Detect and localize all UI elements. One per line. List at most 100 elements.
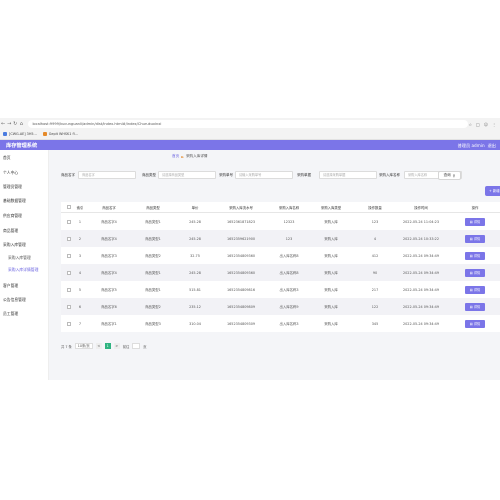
total-count: 共 7 条 (61, 344, 72, 349)
row-serial-no: 1652354809360 (226, 253, 256, 258)
sidebar-item-purchase-in[interactable]: 采购入库管理 (3, 242, 26, 248)
product-name-input[interactable]: 商品名字 (78, 171, 136, 179)
row-product-type: 商品类型1 (145, 220, 161, 224)
row-checkbox[interactable] (67, 219, 71, 224)
sidebar-item-products[interactable]: 商品管理 (3, 228, 18, 234)
row-index: 7 (78, 321, 82, 326)
header-in-name[interactable]: 采购入库名称 (271, 205, 307, 210)
sidebar-item-suppliers[interactable]: 供应商管理 (3, 213, 22, 219)
header-product-name[interactable]: 商品名字 (93, 205, 125, 210)
detail-button[interactable]: ▤ 详情 (465, 319, 485, 328)
header-in-type[interactable]: 采购入库类型 (313, 205, 349, 210)
search-button[interactable]: 查询 ⚲ (438, 171, 461, 180)
purchase-no-input[interactable]: 请输入采购单号 (235, 171, 293, 179)
header-product-type[interactable]: 商品类型 (137, 205, 169, 210)
header-price[interactable]: 单价 (179, 205, 211, 210)
row-price: 32.75 (190, 253, 200, 258)
header-quantity[interactable]: 操作数量 (361, 205, 389, 210)
sidebar-subitem-purchase-in-detail[interactable]: 采购入库详情管理 (8, 267, 38, 273)
header-serial-no[interactable]: 采购入库流水号 (219, 205, 263, 210)
home-icon[interactable]: ⌂ (18, 121, 24, 127)
row-checkbox[interactable] (67, 270, 71, 275)
row-checkbox[interactable] (67, 253, 71, 258)
sidebar-item-base-data[interactable]: 基础数据管理 (3, 198, 26, 204)
bookmark-item[interactable]: [CWG-AE] 3H5... (3, 132, 37, 136)
menu-icon[interactable]: ⋮ (492, 122, 496, 127)
filter-label-purchase-no: 采购单号 (219, 173, 233, 177)
row-time: 2022-05-24 11:04:23 (402, 219, 439, 224)
row-product-name: 商品名字4 (101, 271, 117, 275)
row-product-name: 商品名字3 (101, 254, 117, 258)
row-price: 245.28 (189, 236, 201, 241)
detail-button[interactable]: ▤ 详情 (465, 268, 485, 277)
row-in-name: 出入库名称8 (279, 254, 299, 258)
row-checkbox[interactable] (67, 236, 71, 241)
extensions-icon[interactable]: □ (476, 122, 480, 127)
product-type-select[interactable]: 请选择商品类型 (158, 171, 216, 179)
sidebar-item-home[interactable]: 首页 (3, 155, 11, 161)
detail-button[interactable]: ▤ 详情 (465, 302, 485, 311)
address-bar[interactable]: localhost:9999/kucunguanli/admin/dist/in… (28, 120, 469, 128)
sidebar-item-admins[interactable]: 管理员管理 (3, 184, 22, 190)
detail-button[interactable]: ▤ 详情 (465, 234, 485, 243)
detail-button[interactable]: ▤ 详情 (465, 217, 485, 226)
filter-label-product-type: 商品类型 (142, 173, 156, 177)
page-button[interactable]: 1 (104, 343, 111, 349)
select-all-checkbox[interactable] (67, 205, 71, 209)
row-product-type: 商品类型3 (145, 322, 161, 326)
filter-label-purchase-in-name: 采购入库名称 (379, 173, 400, 177)
row-checkbox[interactable] (67, 304, 71, 309)
detail-button[interactable]: ▤ 详情 (465, 251, 485, 260)
row-time: 2022-05-24 09:34:49 (402, 270, 439, 275)
row-index: 1 (78, 219, 82, 224)
app-header: 库存管理系统 普理员 admin 退出 (0, 140, 500, 150)
row-in-name: 出入库名称3 (279, 322, 299, 326)
pagination: 共 7 条 10条/页 < 1 > 前往 页 (61, 342, 147, 350)
row-in-type: 采购入库 (324, 220, 338, 224)
filter-bar: 商品名字 商品名字 商品类型 请选择商品类型 采购单号 请输入采购单号 采购单据… (61, 171, 500, 180)
row-serial-no: 1652359621900 (226, 236, 256, 241)
row-product-name: 商品名字6 (101, 305, 117, 309)
row-price: 245.28 (189, 270, 201, 275)
bookmark-item[interactable]: Gepit WHSK1 fl... (42, 132, 78, 136)
goto-suffix: 页 (143, 344, 147, 349)
logout-link[interactable]: 退出 (488, 143, 496, 149)
row-quantity: 217 (371, 287, 379, 292)
next-page-button[interactable]: > (113, 343, 120, 349)
row-index: 2 (78, 236, 82, 241)
prev-page-button[interactable]: < (95, 343, 102, 349)
goto-label: 前往 (122, 344, 130, 349)
sidebar-item-profile[interactable]: 个人中心 (3, 170, 18, 176)
row-serial-no: 1652361871823 (226, 219, 256, 224)
detail-button[interactable]: ▤ 详情 (465, 285, 485, 294)
sidebar-item-staff[interactable]: 员工管理 (3, 311, 18, 317)
row-product-name: 商品名字4 (101, 237, 117, 241)
table-row: 5 商品名字5 商品类型1 515.81 1652354809816 出入库名称3 采购入库… (61, 281, 500, 298)
sidebar-item-customers[interactable]: 客户管理 (3, 283, 18, 289)
folder-icon (3, 132, 7, 136)
header-operation: 操作 (471, 205, 479, 210)
row-product-type: 商品类型1 (145, 288, 161, 292)
row-checkbox[interactable] (67, 287, 71, 292)
add-button[interactable]: + 新增 (485, 186, 500, 196)
row-product-type: 商品类型1 (145, 237, 161, 241)
header-index: 索引 (76, 205, 84, 210)
row-in-name: 出入库名称8 (279, 271, 299, 275)
sidebar-subitem-purchase-in[interactable]: 采购入库管理 (8, 255, 31, 261)
page-size-select[interactable]: 10条/页 (74, 343, 93, 349)
row-quantity: 4 (373, 236, 377, 241)
goto-page-input[interactable] (132, 343, 141, 349)
row-quantity: 345 (371, 321, 379, 326)
profile-icon[interactable]: ☺ (484, 122, 488, 127)
page-icon (42, 132, 47, 136)
row-in-name: 出入库名称9 (279, 305, 299, 309)
row-time: 2022-05-24 10:33:22 (402, 236, 439, 241)
row-checkbox[interactable] (67, 321, 71, 326)
bookmark-star-icon[interactable]: ☆ (468, 122, 472, 127)
breadcrumb-home[interactable]: 首页 (172, 154, 179, 159)
sidebar-item-notices[interactable]: 公告信息管理 (3, 297, 26, 303)
header-time[interactable]: 操作时间 (396, 205, 446, 210)
row-product-name: 商品名字1 (101, 322, 117, 326)
purchase-doc-select[interactable]: 请选择采购单据 (319, 171, 377, 179)
row-quantity: 412 (371, 253, 379, 258)
